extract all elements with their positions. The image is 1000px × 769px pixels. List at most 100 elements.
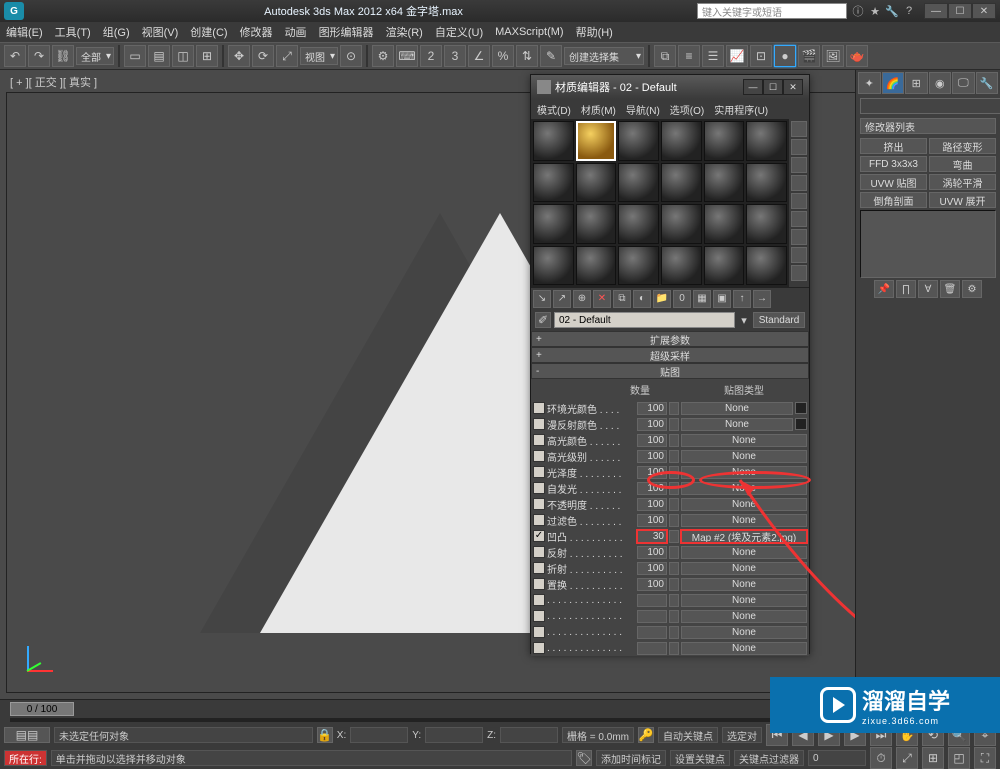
- map-enable-checkbox[interactable]: [533, 498, 545, 510]
- mod-extrude[interactable]: 挤出: [860, 138, 927, 154]
- menu-animation[interactable]: 动画: [285, 24, 307, 40]
- make-unique-button[interactable]: ◐: [633, 290, 651, 308]
- selection-scope-dropdown[interactable]: 全部: [76, 47, 114, 65]
- spinner-arrows[interactable]: [669, 466, 679, 479]
- make-copy-button[interactable]: ⧉: [613, 290, 631, 308]
- map-slot-button[interactable]: None: [681, 434, 807, 447]
- keyboard-button[interactable]: ⌨: [396, 45, 418, 67]
- map-enable-checkbox[interactable]: [533, 466, 545, 478]
- tab-hierarchy[interactable]: ⊞: [905, 72, 928, 94]
- spinner-arrows[interactable]: [669, 626, 679, 639]
- sample-slot[interactable]: [533, 204, 574, 244]
- close-button[interactable]: ✕: [972, 3, 996, 19]
- spinner-arrows[interactable]: [669, 562, 679, 575]
- edged-faces-button[interactable]: ✎: [540, 45, 562, 67]
- map-amount-spinner[interactable]: [637, 610, 667, 623]
- select-name-button[interactable]: ▤: [148, 45, 170, 67]
- map-slot-button[interactable]: None: [681, 610, 807, 623]
- map-enable-checkbox[interactable]: [533, 402, 545, 414]
- me-close-button[interactable]: ✕: [783, 79, 803, 95]
- mirror-button[interactable]: ⧉: [654, 45, 676, 67]
- sample-slot[interactable]: [746, 204, 787, 244]
- me-minimize-button[interactable]: —: [743, 79, 763, 95]
- map-amount-spinner[interactable]: 30: [637, 530, 667, 543]
- sample-slot[interactable]: [704, 246, 745, 286]
- undo-button[interactable]: ↶: [4, 45, 26, 67]
- map-enable-checkbox[interactable]: [533, 434, 545, 446]
- background-button[interactable]: [791, 157, 807, 173]
- me-menu-mode[interactable]: 模式(D): [537, 102, 571, 117]
- schematic-button[interactable]: ⊡: [750, 45, 772, 67]
- make-unique-mod-button[interactable]: ∀: [918, 280, 938, 298]
- material-name-dropdown[interactable]: 02 - Default: [554, 312, 735, 328]
- map-enable-checkbox[interactable]: [533, 578, 545, 590]
- help-icon[interactable]: ?: [902, 4, 916, 18]
- render-setup-button[interactable]: 🎬: [798, 45, 820, 67]
- sample-slot[interactable]: [661, 121, 702, 161]
- sample-slot[interactable]: [704, 121, 745, 161]
- map-slot-button[interactable]: None: [681, 402, 793, 415]
- map-amount-spinner[interactable]: [637, 626, 667, 639]
- tab-create[interactable]: ✦: [858, 72, 881, 94]
- sample-slot[interactable]: [618, 163, 659, 203]
- spinner-arrows[interactable]: [669, 594, 679, 607]
- menu-customize[interactable]: 自定义(U): [435, 24, 483, 40]
- sample-slot[interactable]: [661, 246, 702, 286]
- map-slot-button[interactable]: Map #2 (埃及元素2.jpg): [681, 530, 807, 543]
- map-enable-checkbox[interactable]: [533, 642, 545, 654]
- pin-stack-button[interactable]: 📌: [874, 280, 894, 298]
- go-forward-button[interactable]: →: [753, 290, 771, 308]
- sample-slot[interactable]: [576, 246, 617, 286]
- sample-slot[interactable]: [704, 204, 745, 244]
- sample-slot-selected[interactable]: [576, 121, 617, 161]
- sample-slot[interactable]: [661, 204, 702, 244]
- menu-maxscript[interactable]: MAXScript(M): [495, 26, 563, 38]
- spinner-arrows[interactable]: [669, 450, 679, 463]
- make-preview-button[interactable]: [791, 211, 807, 227]
- sample-slot[interactable]: [533, 246, 574, 286]
- go-parent-button[interactable]: ↑: [733, 290, 751, 308]
- spinner-arrows[interactable]: [669, 514, 679, 527]
- mod-uvwunwrap[interactable]: UVW 展开: [929, 192, 996, 208]
- menu-create[interactable]: 创建(C): [190, 24, 227, 40]
- map-slot-button[interactable]: None: [681, 466, 807, 479]
- map-enable-checkbox[interactable]: [533, 546, 545, 558]
- map-slot-button[interactable]: None: [681, 498, 807, 511]
- mod-ffd[interactable]: FFD 3x3x3: [860, 156, 927, 172]
- map-amount-spinner[interactable]: 100: [637, 514, 667, 527]
- mat-id-button[interactable]: 0: [673, 290, 691, 308]
- auto-key-button[interactable]: 自动关键点: [658, 727, 718, 743]
- snap-2d-button[interactable]: 2: [420, 45, 442, 67]
- layers-button[interactable]: ☰: [702, 45, 724, 67]
- snap-3d-button[interactable]: 3: [444, 45, 466, 67]
- time-ruler[interactable]: [10, 718, 840, 722]
- select-by-mat-button[interactable]: [791, 247, 807, 263]
- sample-slot[interactable]: [746, 246, 787, 286]
- maxscript-row-label[interactable]: 所在行:: [4, 750, 47, 766]
- render-frame-button[interactable]: 🖼: [822, 45, 844, 67]
- video-check-button[interactable]: [791, 193, 807, 209]
- map-slot-button[interactable]: None: [681, 418, 793, 431]
- map-enable-checkbox[interactable]: [533, 626, 545, 638]
- help-search-input[interactable]: 键入关键字或短语: [697, 3, 847, 19]
- tab-motion[interactable]: ◉: [929, 72, 952, 94]
- ref-coord-dropdown[interactable]: 视图: [300, 47, 338, 65]
- map-amount-spinner[interactable]: 100: [637, 434, 667, 447]
- map-enable-checkbox[interactable]: [533, 450, 545, 462]
- sample-type-button[interactable]: [791, 121, 807, 137]
- map-enable-checkbox[interactable]: [533, 482, 545, 494]
- key-filters-button[interactable]: 关键点过滤器: [734, 750, 804, 766]
- map-enable-checkbox[interactable]: [533, 514, 545, 526]
- spinner-arrows[interactable]: [669, 530, 679, 543]
- window-crossing-button[interactable]: ⊞: [196, 45, 218, 67]
- rollout-supersampling[interactable]: +超级采样: [531, 347, 809, 363]
- lock-swatch[interactable]: [795, 402, 807, 414]
- map-slot-button[interactable]: None: [681, 578, 807, 591]
- spinner-arrows[interactable]: [669, 418, 679, 431]
- map-slot-button[interactable]: None: [681, 546, 807, 559]
- menu-tools[interactable]: 工具(T): [55, 24, 91, 40]
- map-slot-button[interactable]: None: [681, 594, 807, 607]
- remove-mod-button[interactable]: 🗑: [940, 280, 960, 298]
- viewport-label[interactable]: [ + ][ 正交 ][ 真实 ]: [10, 74, 97, 90]
- mod-bevelprofile[interactable]: 倒角剖面: [860, 192, 927, 208]
